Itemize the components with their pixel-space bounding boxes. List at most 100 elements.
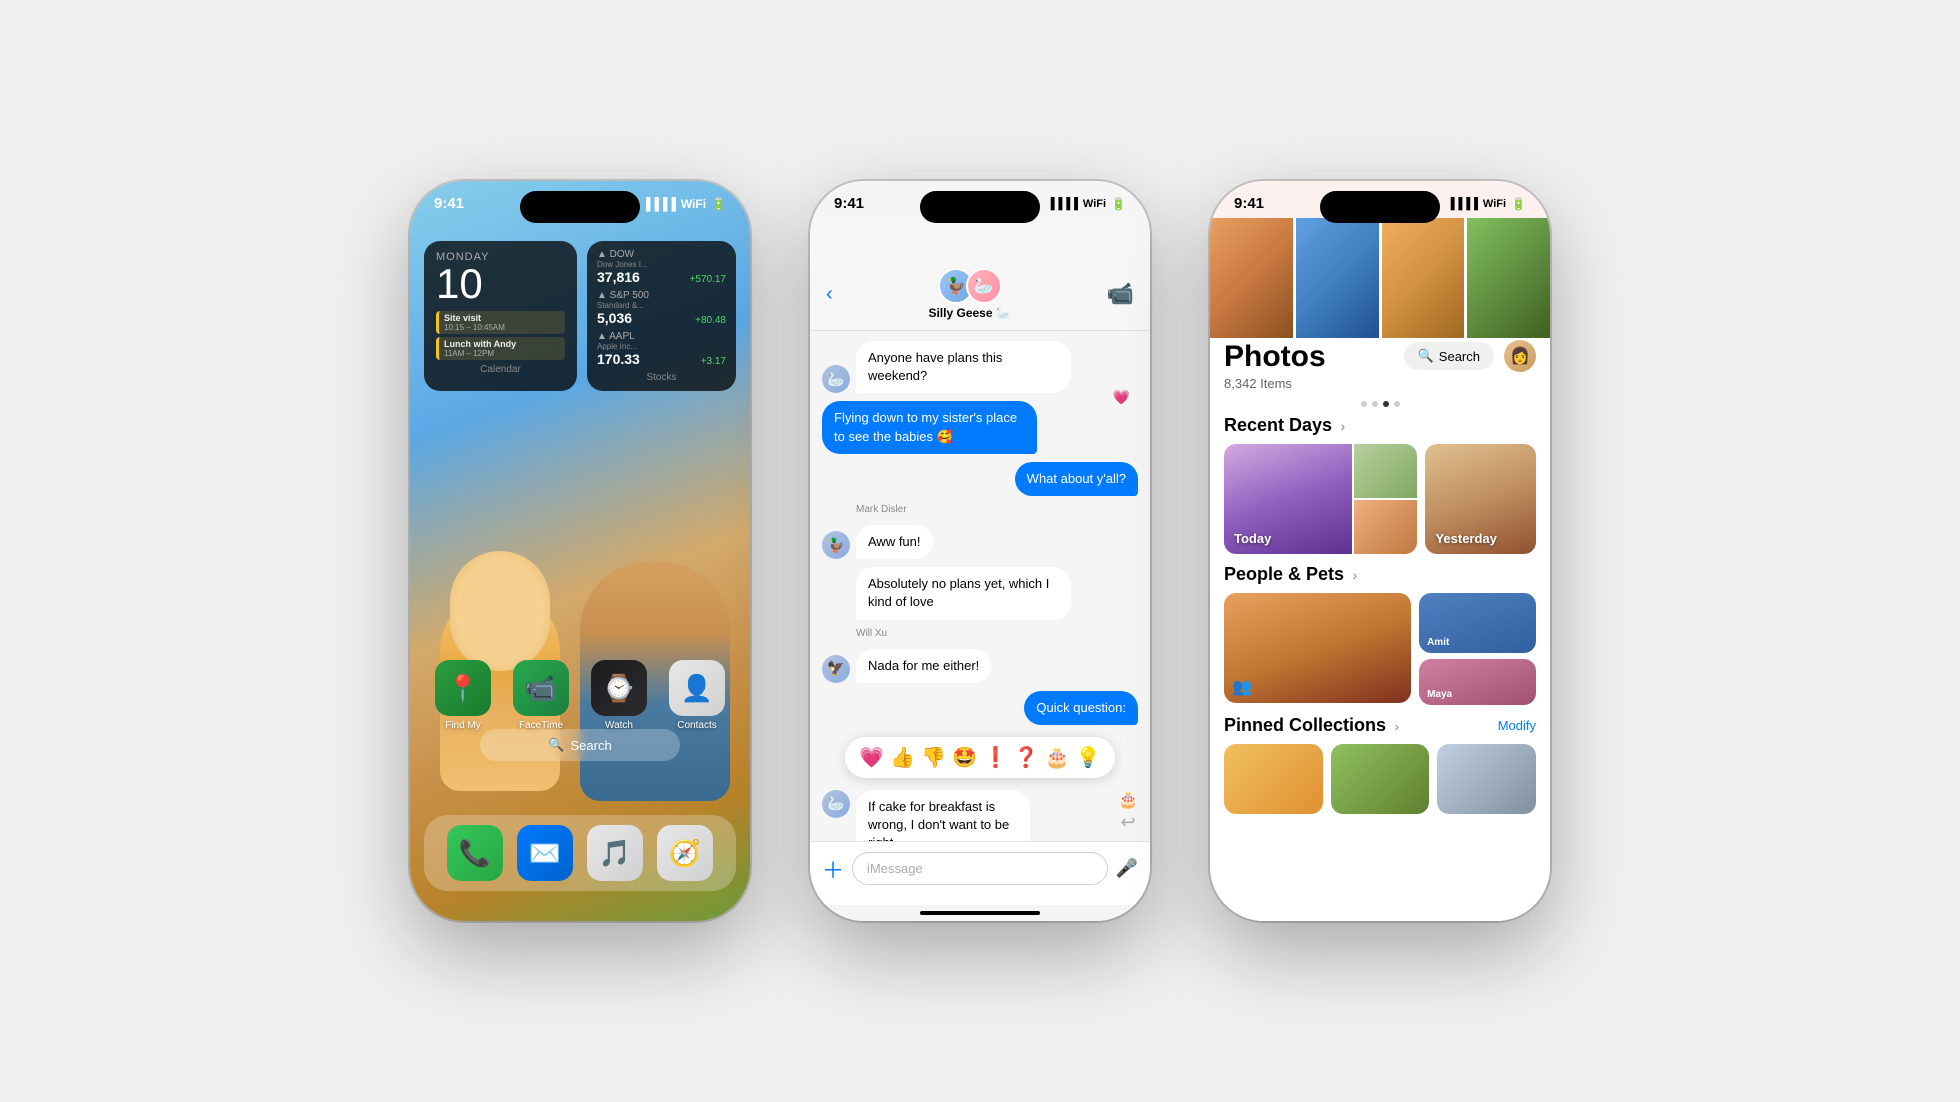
message-1: 🦢 Anyone have plans this weekend? (822, 341, 1138, 393)
photos-title-group: Photos 8,342 Items (1224, 340, 1326, 391)
safari-icon[interactable]: 🧭 (657, 825, 713, 881)
reaction-thumbsdown[interactable]: 👎 (921, 745, 946, 770)
reaction-bar[interactable]: 💗 👍 👎 🤩 ❗ ❓ 🎂 💡 (845, 737, 1114, 778)
pinned-card-3[interactable] (1437, 744, 1536, 814)
signal-icon: ▐▐▐▐ (642, 197, 676, 211)
reaction-thumbsup[interactable]: 👍 (890, 745, 915, 770)
app-phone[interactable]: 📞 (447, 825, 503, 881)
reaction-heart[interactable]: 💗 (859, 745, 884, 770)
stocks-widget[interactable]: ▲ DOW Dow Jones I... 37,816 +570.17 ▲ S&… (587, 241, 736, 391)
watch-label: Watch (605, 720, 633, 731)
wifi-icon-3: WiFi (1483, 198, 1506, 210)
message-bubble-3: What about y'all? (1015, 462, 1138, 496)
pinned-chevron: › (1394, 718, 1399, 734)
photos-header-actions: 🔍 Search 👩 (1404, 340, 1536, 372)
status-icons: ▐▐▐▐ WiFi 🔋 (642, 197, 726, 211)
app-mail[interactable]: ✉️ (517, 825, 573, 881)
phone-icon[interactable]: 📞 (447, 825, 503, 881)
today-photo-2 (1354, 444, 1418, 498)
pinned-card-1[interactable] (1224, 744, 1323, 814)
pinned-card-2[interactable] (1331, 744, 1430, 814)
message-2: Flying down to my sister's place to see … (822, 401, 1138, 453)
people-group-icon: 👥 (1232, 677, 1252, 697)
message-4: 🦆 Aww fun! (822, 525, 1138, 559)
reaction-eyes[interactable]: 🤩 (952, 745, 977, 770)
recent-days-grid: Today Yesterday (1224, 444, 1536, 554)
messages-list: 🦢 Anyone have plans this weekend? Flying… (810, 331, 1150, 841)
contact-info: 🦆 🦢 Silly Geese 🦢 (928, 268, 1010, 320)
battery-icon-2: 🔋 (1111, 197, 1126, 211)
recent-days-chevron: › (1341, 418, 1346, 434)
recent-days-title: Recent Days (1224, 415, 1332, 435)
avatar-2: 🦢 (966, 268, 1002, 304)
search-label-3: Search (1439, 349, 1480, 364)
wifi-icon-2: WiFi (1083, 198, 1106, 210)
add-button[interactable]: ＋ (822, 853, 844, 885)
person-maya-card[interactable]: Maya (1419, 659, 1536, 705)
dynamic-island (520, 191, 640, 223)
messages-header: ‹ 🦆 🦢 Silly Geese 🦢 📹 (810, 218, 1150, 331)
app-watch[interactable]: ⌚ Watch (591, 660, 647, 731)
dynamic-island-2 (920, 191, 1040, 223)
video-call-button[interactable]: 📹 (1107, 281, 1134, 307)
calendar-label: Calendar (436, 364, 565, 375)
reaction-question[interactable]: ❓ (1014, 745, 1039, 770)
mic-button[interactable]: 🎤 (1116, 858, 1138, 879)
stock-sp500: ▲ S&P 500 Standard &... 5,036 +80.48 (597, 290, 726, 326)
person-amit-card[interactable]: Amit (1419, 593, 1536, 653)
app-safari[interactable]: 🧭 (657, 825, 713, 881)
message-bubble-8: If cake for breakfast is wrong, I don't … (856, 790, 1030, 841)
watch-icon[interactable]: ⌚ (591, 660, 647, 716)
today-card[interactable]: Today (1224, 444, 1417, 554)
status-icons-2: ▐▐▐▐ WiFi 🔋 (1047, 197, 1126, 211)
search-icon: 🔍 (548, 737, 564, 753)
pinned-header: Pinned Collections › Modify (1224, 715, 1536, 736)
today-photo-3 (1354, 500, 1418, 554)
yesterday-card[interactable]: Yesterday (1425, 444, 1536, 554)
hero-photo-3 (1382, 218, 1465, 338)
search-bar[interactable]: 🔍 Search (480, 729, 680, 761)
status-time: 9:41 (434, 195, 464, 212)
phone-home-screen: 9:41 ▐▐▐▐ WiFi 🔋 MONDAY 10 Site visit 10… (410, 181, 750, 921)
maya-label: Maya (1427, 689, 1452, 700)
people-title-wrap: People & Pets › (1224, 564, 1357, 585)
message-6: 🦅 Nada for me either! (822, 649, 1138, 683)
music-icon[interactable]: 🎵 (587, 825, 643, 881)
status-time-3: 9:41 (1234, 195, 1264, 212)
message-7: Quick question: (822, 691, 1138, 725)
contacts-icon[interactable]: 👤 (669, 660, 725, 716)
person-card-big[interactable]: 👥 (1224, 593, 1411, 703)
dot-4 (1394, 401, 1400, 407)
findmy-icon[interactable]: 📍 (435, 660, 491, 716)
sender-name-mark: Mark Disler (856, 504, 1138, 515)
people-chevron: › (1353, 567, 1358, 583)
messages-input-area: ＋ iMessage 🎤 (810, 841, 1150, 905)
back-button[interactable]: ‹ (826, 283, 833, 306)
contact-name[interactable]: Silly Geese 🦢 (928, 306, 1010, 320)
modify-button[interactable]: Modify (1498, 718, 1536, 733)
app-contacts[interactable]: 👤 Contacts (669, 660, 725, 731)
reaction-cake[interactable]: 🎂 (1045, 745, 1070, 770)
sender-avatar-8: 🦢 (822, 790, 850, 818)
people-small-cards: Amit Maya (1419, 593, 1536, 705)
heart-reaction: 💗 (1113, 389, 1130, 406)
message-input[interactable]: iMessage (852, 852, 1108, 885)
calendar-widget[interactable]: MONDAY 10 Site visit 10:15 – 10:45AM Lun… (424, 241, 577, 391)
battery-icon-3: 🔋 (1511, 197, 1526, 211)
contact-avatars: 🦆 🦢 (938, 268, 1002, 304)
photos-search-button[interactable]: 🔍 Search (1404, 342, 1494, 370)
facetime-icon[interactable]: 📹 (513, 660, 569, 716)
reaction-more[interactable]: 💡 (1076, 745, 1101, 770)
recent-days-title-wrap: Recent Days › (1224, 415, 1345, 436)
mail-icon[interactable]: ✉️ (517, 825, 573, 881)
calendar-events: Site visit 10:15 – 10:45AM Lunch with An… (436, 311, 565, 360)
dot-2 (1372, 401, 1378, 407)
photos-header: Photos 8,342 Items 🔍 Search 👩 (1210, 336, 1550, 397)
search-label: Search (570, 738, 611, 753)
app-findmy[interactable]: 📍 Find My (435, 660, 491, 731)
photos-user-avatar[interactable]: 👩 (1504, 340, 1536, 372)
reaction-exclamation[interactable]: ❗ (983, 745, 1008, 770)
calendar-date: 10 (436, 263, 565, 305)
app-music[interactable]: 🎵 (587, 825, 643, 881)
app-facetime[interactable]: 📹 FaceTime (513, 660, 569, 731)
